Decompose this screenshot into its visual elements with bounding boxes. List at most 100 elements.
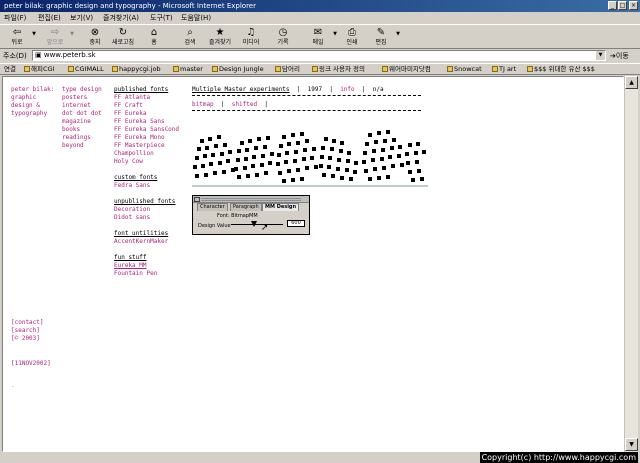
dialog-title-bar (193, 196, 309, 203)
go-button[interactable]: ➔이동 (610, 51, 629, 61)
link-item[interactable]: CGIMALL (68, 64, 104, 74)
font-label: Font: BitmapMM (217, 213, 258, 219)
link-item[interactable]: Design Jungle (212, 64, 264, 74)
link-item[interactable]: master (173, 64, 203, 74)
dropdown-icon[interactable]: ▼ (32, 31, 36, 37)
title-bar: peter bilak: graphic design and typograp… (0, 0, 640, 12)
maximize-button[interactable]: □ (618, 1, 627, 10)
font-link[interactable]: FF Craft (114, 102, 179, 110)
dropdown-icon[interactable]: ▼ (396, 31, 400, 37)
dropdown-icon[interactable]: ▼ (70, 31, 74, 37)
menu-favorites[interactable]: 즐겨찾기(A) (103, 12, 139, 24)
font-link[interactable]: Holy Cow (114, 158, 179, 166)
experiment-header: Multiple Master experiments | 1997 | inf… (192, 86, 384, 94)
dot-text: . (11, 382, 15, 389)
separator: | (329, 86, 333, 93)
design-value-field: 600 (287, 220, 305, 227)
nav-link-type-design[interactable]: type design (62, 86, 102, 94)
refresh-icon: ↻ (118, 27, 128, 38)
media-button[interactable]: ♫ 미디어 (236, 27, 266, 47)
menu-help[interactable]: 도움말(H) (181, 12, 211, 24)
close-button[interactable]: × (629, 1, 638, 10)
link-item[interactable]: 링크 사용자 정의 (312, 64, 365, 74)
font-link[interactable]: Fedra Sans (114, 182, 179, 190)
vertical-scrollbar[interactable]: ▲ ▼ (624, 76, 638, 452)
font-link[interactable]: Champollion (114, 150, 179, 158)
bitmap-glyph-dots (193, 130, 426, 183)
fun-link-eureka-mm[interactable]: Eureka MM (114, 262, 179, 270)
page-icon: ▣ (35, 51, 44, 59)
link-item[interactable]: 담어리 (275, 64, 300, 74)
menu-tools[interactable]: 도구(T) (150, 12, 173, 24)
link-icon (382, 66, 388, 72)
print-button[interactable]: ⎙ 인쇄 (337, 27, 367, 47)
link-item[interactable]: Snowcat (447, 64, 482, 74)
utility-link[interactable]: AccentKernMaker (114, 238, 179, 246)
nav-link-books[interactable]: books (62, 126, 102, 134)
design-value-label: Design Value (198, 223, 231, 229)
menu-file[interactable]: 파일(F) (4, 12, 26, 24)
site-title: peter bilak: graphic design & typography (11, 86, 54, 118)
nav-link-readings[interactable]: readings (62, 134, 102, 142)
nav-link-magazine[interactable]: magazine (62, 118, 102, 126)
link-item[interactable]: 해피CGI (24, 64, 54, 74)
address-bar: 주소(D) ▣ www.peterb.sk ▼ ➔이동 (0, 49, 640, 62)
toolbar: ⇦ 뒤로 ▼ ⇨ 앞으로 ▼ ⊗ 중지 ↻ 새로고침 ⌂ 홈 ⌕ 검색 ★ 즐겨찾기 ♫ 미디어 ◷… (0, 24, 640, 49)
shifted-link[interactable]: shifted (232, 101, 257, 108)
published-fonts-heading: published fonts (114, 86, 169, 93)
experiment-title: Multiple Master experiments (192, 86, 290, 93)
search-link[interactable]: [search] (11, 327, 44, 335)
font-link[interactable]: FF Masterpiece (114, 142, 179, 150)
links-label: 연결 (4, 65, 16, 73)
fun-link-fountain-pen[interactable]: Fountain Pen (114, 270, 179, 278)
contact-link[interactable]: [contact] (11, 319, 44, 327)
bitmap-link[interactable]: bitmap (192, 101, 214, 108)
custom-fonts-heading: custom fonts (114, 174, 158, 181)
dashed-divider (192, 95, 421, 96)
copyright-link[interactable]: [© 2003] (11, 335, 44, 343)
site-title-line: design & (11, 102, 40, 109)
back-button[interactable]: ⇦ 뒤로 ▼ (2, 27, 36, 47)
font-link[interactable]: FF Eureka Sans (114, 118, 179, 126)
search-button[interactable]: ⌕ 검색 (175, 27, 205, 47)
font-link[interactable]: Decoration (114, 206, 179, 214)
copyright-watermark: Copyright(c) http://www.happycgi.com (479, 452, 638, 463)
address-dropdown-icon[interactable]: ▼ (596, 51, 605, 60)
nav-link-beyond[interactable]: beyond (62, 142, 102, 150)
nav-link-posters[interactable]: posters (62, 94, 102, 102)
menu-view[interactable]: 보기(V) (70, 12, 93, 24)
link-item[interactable]: TJ art (492, 64, 516, 74)
nav-link-internet[interactable]: internet (62, 102, 102, 110)
link-item[interactable]: $$$ 위대한 유산 $$$ (527, 64, 595, 74)
link-item[interactable]: happycgi.job (112, 64, 161, 74)
link-item[interactable]: 웨어마미지닷컴 (382, 64, 431, 74)
font-link[interactable]: FF Eureka (114, 110, 179, 118)
favorites-button[interactable]: ★ 즐겨찾기 (205, 27, 235, 47)
history-button[interactable]: ◷ 기록 (268, 27, 298, 47)
font-link[interactable]: Didot sans (114, 214, 179, 222)
refresh-button[interactable]: ↻ 새로고침 (108, 27, 138, 47)
home-icon: ⌂ (150, 27, 158, 38)
forward-button[interactable]: ⇨ 앞으로 ▼ (40, 27, 74, 47)
font-link[interactable]: FF Atlanta (114, 94, 179, 102)
stop-button[interactable]: ⊗ 중지 (80, 27, 110, 47)
na-text: n/a (372, 86, 384, 93)
font-link[interactable]: FF Eureka SansCond (114, 126, 179, 134)
minimize-button[interactable]: _ (608, 1, 617, 10)
experiment-subnav: bitmap | shifted | (192, 101, 268, 109)
edit-button[interactable]: ✎ 편집 ▼ (366, 27, 400, 47)
info-link[interactable]: info (340, 86, 354, 93)
scroll-up-icon[interactable]: ▲ (625, 76, 638, 89)
footer-links: [contact] [search] [© 2003] (11, 319, 44, 343)
font-link[interactable]: FF Eureka Mono (114, 134, 179, 142)
back-arrow-icon: ⇦ (12, 27, 22, 38)
mail-button[interactable]: ✉ 메일 ▼ (303, 27, 337, 47)
menu-edit[interactable]: 편집(E) (38, 12, 61, 24)
scroll-down-icon[interactable]: ▼ (625, 438, 638, 451)
home-button[interactable]: ⌂ 홈 (139, 27, 169, 47)
nav-link-dot-dot-dot[interactable]: dot dot dot (62, 110, 102, 118)
section-nav: type design posters internet dot dot dot… (62, 86, 102, 150)
site-title-line: peter bilak: (11, 86, 55, 93)
address-input[interactable]: ▣ www.peterb.sk (32, 50, 606, 61)
link-icon (492, 66, 498, 72)
